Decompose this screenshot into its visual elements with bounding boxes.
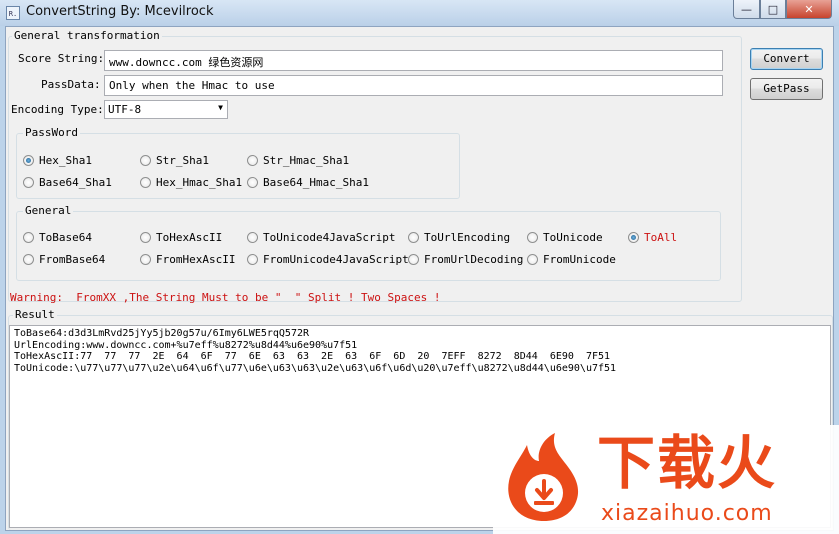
radio-tourlencoding-dot <box>408 232 419 243</box>
radio-base64-sha1-label: Base64_Sha1 <box>39 176 112 189</box>
radio-fromunicode4javascript[interactable]: FromUnicode4JavaScript <box>247 253 409 266</box>
radio-str-hmac-sha1-dot <box>247 155 258 166</box>
radio-frombase64[interactable]: FromBase64 <box>23 253 105 266</box>
radio-tounicode4javascript-label: ToUnicode4JavaScript <box>263 231 396 244</box>
minimize-button[interactable]: — <box>733 0 760 19</box>
convert-button[interactable]: Convert <box>750 48 823 70</box>
score-string-label: Score String: <box>18 52 105 65</box>
getpass-button[interactable]: GetPass <box>750 78 823 100</box>
radio-hex-hmac-sha1-dot <box>140 177 151 188</box>
radio-str-sha1-label: Str_Sha1 <box>156 154 209 167</box>
radio-fromhexascii-label: FromHexAscII <box>156 253 236 266</box>
radio-tourlencoding[interactable]: ToUrlEncoding <box>408 231 510 244</box>
radio-tounicode-dot <box>527 232 538 243</box>
radio-str-sha1[interactable]: Str_Sha1 <box>140 154 209 167</box>
radio-str-sha1-dot <box>140 155 151 166</box>
radio-tohexascii[interactable]: ToHexAscII <box>140 231 222 244</box>
radio-base64-hmac-sha1[interactable]: Base64_Hmac_Sha1 <box>247 176 369 189</box>
window-title: ConvertString By: Mcevilrock <box>26 4 214 19</box>
maximize-icon: □ <box>767 2 779 16</box>
general-group-title: General <box>23 204 74 217</box>
encoding-type-label: Encoding Type: <box>11 103 104 116</box>
result-group-title: Result <box>13 308 57 321</box>
close-button[interactable]: ✕ <box>786 0 832 19</box>
watermark-url: xiazaihuo.com <box>601 501 773 526</box>
result-line: ToUnicode:\u77\u77\u77\u2e\u64\u6f\u77\u… <box>14 362 617 374</box>
radio-hex-sha1-dot <box>23 155 34 166</box>
general-transformation-title: General transformation <box>12 29 162 42</box>
radio-tounicode4javascript[interactable]: ToUnicode4JavaScript <box>247 231 395 244</box>
pass-data-input[interactable]: Only when the Hmac to use <box>104 75 723 96</box>
radio-hex-hmac-sha1[interactable]: Hex_Hmac_Sha1 <box>140 176 242 189</box>
result-line: ToBase64:d3d3LmRvd25jYy5jb20g57u/6Imy6LW… <box>14 328 310 339</box>
app-icon: R. <box>6 6 20 20</box>
radio-base64-sha1-dot <box>23 177 34 188</box>
encoding-type-value: UTF-8 <box>108 103 142 116</box>
radio-tohexascii-label: ToHexAscII <box>156 231 223 244</box>
radio-hex-sha1[interactable]: Hex_Sha1 <box>23 154 92 167</box>
radio-hex-hmac-sha1-label: Hex_Hmac_Sha1 <box>156 176 243 189</box>
radio-fromunicode4javascript-label: FromUnicode4JavaScript <box>263 253 409 266</box>
radio-toall-label: ToAll <box>644 231 678 244</box>
radio-tounicode[interactable]: ToUnicode <box>527 231 603 244</box>
radio-tobase64[interactable]: ToBase64 <box>23 231 92 244</box>
radio-hex-sha1-label: Hex_Sha1 <box>39 154 92 167</box>
radio-fromhexascii-dot <box>140 254 151 265</box>
radio-tohexascii-dot <box>140 232 151 243</box>
radio-fromurldecoding-dot <box>408 254 419 265</box>
radio-base64-hmac-sha1-label: Base64_Hmac_Sha1 <box>263 176 369 189</box>
radio-fromurldecoding[interactable]: FromUrlDecoding <box>408 253 523 266</box>
close-icon: ✕ <box>804 2 814 16</box>
result-line: ToHexAscII:77 77 77 2E 64 6F 77 6E 63 63… <box>14 351 611 362</box>
general-group: General <box>16 204 721 281</box>
radio-toall[interactable]: ToAll <box>628 231 677 244</box>
radio-frombase64-dot <box>23 254 34 265</box>
radio-tobase64-dot <box>23 232 34 243</box>
radio-base64-sha1[interactable]: Base64_Sha1 <box>23 176 112 189</box>
radio-tourlencoding-label: ToUrlEncoding <box>424 231 511 244</box>
radio-fromhexascii[interactable]: FromHexAscII <box>140 253 235 266</box>
result-line: UrlEncoding:www.downcc.com+%u7eff%u8272%… <box>14 339 358 351</box>
radio-fromunicode-label: FromUnicode <box>543 253 616 266</box>
watermark: 下载火 xiazaihuo.com <box>493 425 839 534</box>
radio-fromunicode4javascript-dot <box>247 254 258 265</box>
radio-fromunicode[interactable]: FromUnicode <box>527 253 616 266</box>
radio-fromunicode-dot <box>527 254 538 265</box>
radio-tobase64-label: ToBase64 <box>39 231 92 244</box>
watermark-title: 下载火 <box>597 429 778 497</box>
radio-base64-hmac-sha1-dot <box>247 177 258 188</box>
chevron-down-icon: ▼ <box>218 103 223 112</box>
radio-fromurldecoding-label: FromUrlDecoding <box>424 253 524 266</box>
password-group-title: PassWord <box>23 126 80 139</box>
score-string-input[interactable]: www.downcc.com 绿色资源网 <box>104 50 723 71</box>
maximize-button[interactable]: □ <box>760 0 786 19</box>
radio-tounicode-label: ToUnicode <box>543 231 603 244</box>
minimize-icon: — <box>741 2 752 16</box>
encoding-type-select[interactable]: UTF-8 ▼ <box>104 100 228 119</box>
radio-tounicode4javascript-dot <box>247 232 258 243</box>
radio-toall-dot <box>628 232 639 243</box>
warning-text: Warning: FromXX ,The String Must to be "… <box>10 291 441 304</box>
title-bar: R. ConvertString By: Mcevilrock — □ ✕ <box>0 0 839 26</box>
radio-str-hmac-sha1-label: Str_Hmac_Sha1 <box>263 154 350 167</box>
flame-logo-icon <box>508 433 579 521</box>
radio-str-hmac-sha1[interactable]: Str_Hmac_Sha1 <box>247 154 349 167</box>
pass-data-label: PassData: <box>41 78 101 91</box>
radio-frombase64-label: FromBase64 <box>39 253 106 266</box>
